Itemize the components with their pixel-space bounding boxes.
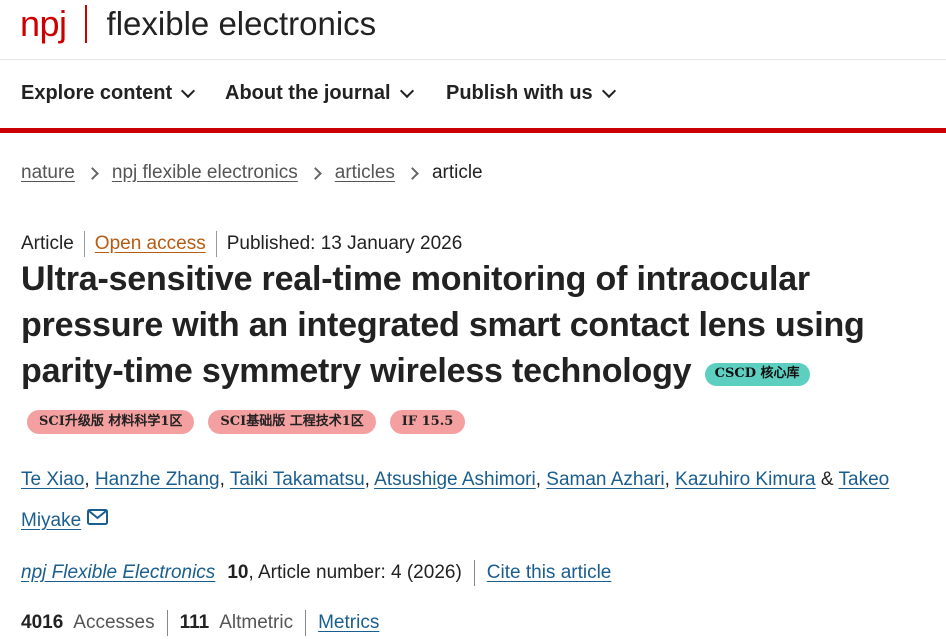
cite-article-link[interactable]: Cite this article [487,562,612,584]
nav-explore-content[interactable]: Explore content [21,82,196,105]
author-link[interactable]: Hanzhe Zhang [95,469,220,490]
ranking-badge: SCI升级版 材料科学1区 [27,410,195,434]
divider [215,231,217,257]
ranking-badge: SCI基础版 工程技术1区 [208,410,376,434]
divider [166,610,168,636]
divider [83,231,85,257]
ranking-badges: SCI升级版 材料科学1区 SCI基础版 工程技术1区 IF 15.5 [27,410,479,434]
altmetric-count: 111 [179,612,210,633]
author-list: Te Xiao, Hanzhe Zhang, Taiki Takamatsu, … [21,460,926,541]
cscd-badge: CSCD 核心库 [704,363,810,386]
nav-accent-bar [0,128,946,133]
impact-factor-badge: IF 15.5 [389,410,466,434]
chevron-down-icon [181,83,196,98]
divider [305,610,307,636]
mail-icon[interactable] [87,500,109,540]
nav-publish-with-us[interactable]: Publish with us [446,82,616,105]
article-meta: Article Open access Published: 13 Januar… [21,231,463,257]
article-metrics: 4016 Accesses 111 Altmetric Metrics [21,610,379,636]
chevron-down-icon [601,83,616,98]
metrics-link[interactable]: Metrics [318,612,379,634]
divider [473,560,475,586]
chevron-right-icon [308,166,322,180]
volume-number: 10 [227,562,249,583]
main-nav: Explore content About the journal Publis… [0,60,946,128]
journal-logo[interactable]: npj flexible electronics [20,2,376,46]
nav-about-journal[interactable]: About the journal [225,82,414,105]
site-header: npj flexible electronics [0,0,946,60]
breadcrumb-current: article [431,162,483,183]
nav-label: Publish with us [446,82,593,104]
citation-line: npj Flexible Electronics 10 , Article nu… [21,560,611,586]
author-link[interactable]: Atsushige Ashimori [374,469,536,490]
breadcrumb-journal[interactable]: npj flexible electronics [112,162,298,184]
author-link[interactable]: Kazuhiro Kimura [675,469,815,490]
logo-journal-name: flexible electronics [106,5,377,42]
journal-link[interactable]: npj Flexible Electronics [21,562,215,584]
logo-brand: npj [20,3,67,44]
chevron-down-icon [399,83,414,98]
author-link[interactable]: Te Xiao [21,469,84,490]
altmetric-label: Altmetric [219,612,294,633]
open-access-link[interactable]: Open access [95,233,206,255]
author-link[interactable]: Taiki Takamatsu [230,469,365,490]
accesses-count: 4016 [21,612,64,633]
logo-divider [84,5,87,43]
nav-label: About the journal [225,82,391,104]
author-link[interactable]: Saman Azhari [546,469,664,490]
breadcrumb: nature npj flexible electronics articles… [21,162,483,184]
breadcrumb-nature[interactable]: nature [21,162,75,184]
article-type: Article [21,233,74,254]
article-title: Ultra-sensitive real-time monitoring of … [21,256,926,394]
nav-label: Explore content [21,82,173,104]
article-number: , Article number: 4 (2026) [248,562,462,583]
breadcrumb-articles[interactable]: articles [335,162,395,184]
chevron-right-icon [86,166,99,180]
chevron-right-icon [406,166,419,180]
published-date: Published: 13 January 2026 [226,233,463,254]
accesses-label: Accesses [73,612,155,633]
